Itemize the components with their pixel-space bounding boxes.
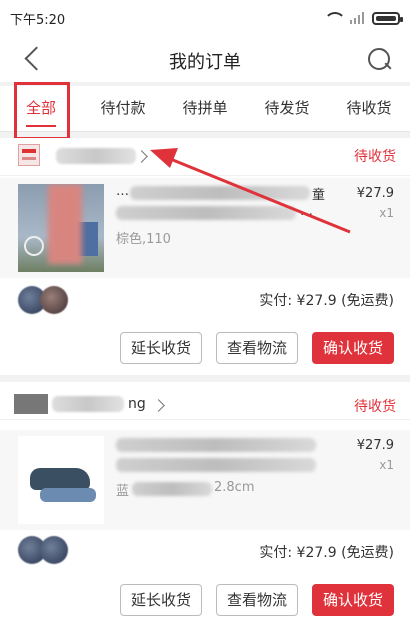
product-spec: 棕色,110 xyxy=(116,232,171,247)
order-status: 待收货 xyxy=(354,149,396,165)
tab-all[interactable]: 全部 xyxy=(0,86,82,131)
product-title-redacted-2 xyxy=(116,206,296,220)
product-row[interactable]: … 童 … 棕色,110 ¥27.9 x1 xyxy=(0,178,410,278)
product-spec-prefix: 蓝 xyxy=(116,484,130,499)
group-avatars xyxy=(18,286,78,316)
product-title-suffix: 童 xyxy=(312,188,326,203)
nav-bar: 我的订单 xyxy=(0,36,410,82)
order-summary: 实付: ¥27.9 (免运费) xyxy=(259,293,394,309)
product-price: ¥27.9 xyxy=(356,438,394,453)
status-bar: 下午5:20 xyxy=(0,0,410,36)
product-price: ¥27.9 xyxy=(356,186,394,201)
product-title-redacted xyxy=(130,186,310,200)
signal-icon xyxy=(350,12,364,24)
shop-name-redacted xyxy=(52,396,124,412)
product-spec-suffix: 2.8cm xyxy=(214,480,255,495)
search-icon[interactable] xyxy=(364,44,394,74)
group-avatars xyxy=(18,536,78,566)
order-summary: 实付: ¥27.9 (免运费) xyxy=(259,545,394,561)
wifi-icon xyxy=(324,12,346,24)
shop-logo xyxy=(18,144,40,166)
shop-name-redacted xyxy=(56,148,136,164)
product-qty: x1 xyxy=(379,206,394,220)
product-title-redacted-2 xyxy=(116,458,316,472)
extend-receipt-button[interactable]: 延长收货 xyxy=(120,332,203,364)
order-status: 待收货 xyxy=(354,399,396,415)
status-time: 下午5:20 xyxy=(10,12,66,28)
confirm-receipt-button[interactable]: 确认收货 xyxy=(312,332,395,364)
tab-pending-payment[interactable]: 待付款 xyxy=(82,86,164,131)
tab-pending-group[interactable]: 待拼单 xyxy=(164,86,246,131)
order-card: ng 待收货 蓝 2.8cm ¥27.9 x1 实付: ¥27.9 (免运费) … xyxy=(0,382,410,620)
shop-row[interactable]: ng 待收货 xyxy=(0,382,410,420)
chevron-right-icon xyxy=(135,150,148,163)
product-title-ellipsis: … xyxy=(300,204,313,219)
view-logistics-button[interactable]: 查看物流 xyxy=(216,332,299,364)
confirm-receipt-button[interactable]: 确认收货 xyxy=(312,584,395,616)
battery-icon xyxy=(372,11,403,25)
shop-logo xyxy=(14,394,48,414)
product-title-prefix: … xyxy=(116,184,129,199)
order-tabs: 全部 待付款 待拼单 待发货 待收货 xyxy=(0,86,410,132)
product-row[interactable]: 蓝 2.8cm ¥27.9 x1 xyxy=(0,430,410,530)
product-image xyxy=(18,184,104,272)
chevron-right-icon xyxy=(152,399,165,412)
product-image xyxy=(18,436,104,524)
product-spec-redacted xyxy=(132,482,212,496)
tab-pending-shipment[interactable]: 待发货 xyxy=(246,86,328,131)
product-title-redacted xyxy=(116,438,316,452)
shop-row[interactable]: 待收货 xyxy=(0,138,410,176)
order-card: 待收货 … 童 … 棕色,110 ¥27.9 x1 实付: ¥27.9 (免运费… xyxy=(0,138,410,375)
view-logistics-button[interactable]: 查看物流 xyxy=(216,584,299,616)
shop-name: ng xyxy=(128,396,146,412)
tab-pending-receipt[interactable]: 待收货 xyxy=(328,86,410,131)
product-qty: x1 xyxy=(379,458,394,472)
page-title: 我的订单 xyxy=(169,52,241,73)
extend-receipt-button[interactable]: 延长收货 xyxy=(120,584,203,616)
